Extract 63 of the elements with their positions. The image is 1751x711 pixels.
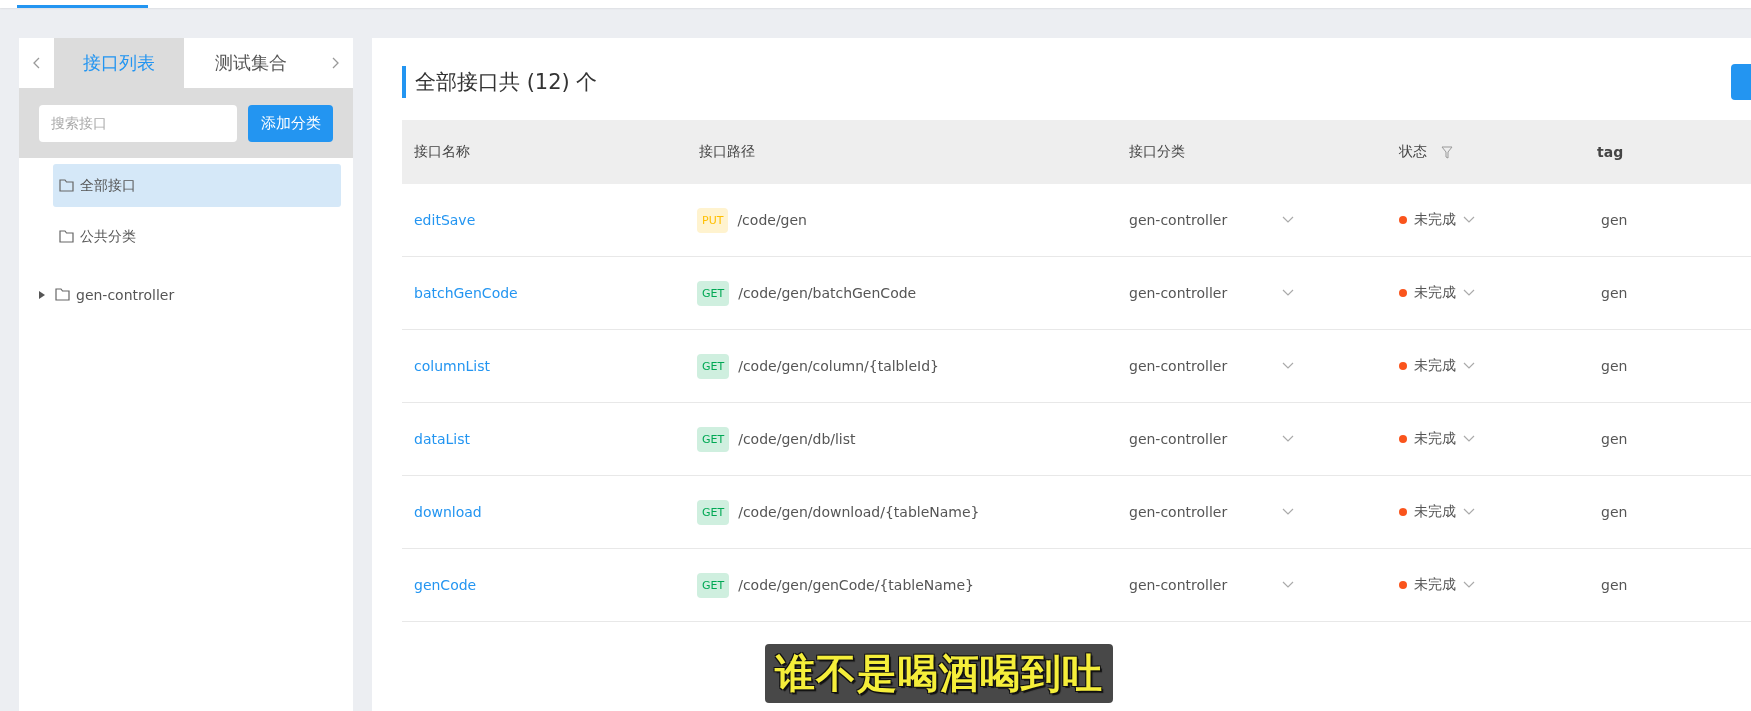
tag-text: gen — [1600, 358, 1629, 374]
filter-icon[interactable] — [1441, 145, 1453, 159]
page-title: 全部接口共 (12) 个 — [402, 66, 598, 98]
status-select[interactable]: 未完成 — [1399, 211, 1475, 229]
api-path: /code/gen/column/{talbleId} — [738, 358, 939, 374]
tree-item[interactable]: 全部接口 — [53, 164, 341, 207]
api-path: /code/gen/genCode/{tableName} — [738, 577, 974, 593]
method-tag: GET — [697, 499, 730, 525]
category-select[interactable]: gen-controller — [1129, 431, 1294, 447]
tree-item-label: gen-controller — [76, 286, 175, 303]
api-path: /code/gen — [737, 212, 807, 228]
api-path: /code/gen/download/{tableName} — [738, 504, 980, 520]
method-tag: GET — [697, 353, 730, 379]
tree-item[interactable]: gen-controller — [29, 273, 341, 316]
status-select[interactable]: 未完成 — [1399, 284, 1475, 302]
column-header: tag — [1597, 144, 1624, 160]
column-header: 接口分类 — [1129, 143, 1185, 161]
folder-icon — [59, 179, 74, 192]
search-field[interactable]: 搜索接口 — [39, 104, 237, 142]
column-header: 状态 — [1399, 143, 1427, 161]
tag-text: gen — [1600, 504, 1629, 520]
chevron-down-icon — [1282, 581, 1294, 589]
chevron-down-icon — [1463, 216, 1475, 224]
chevron-right-icon — [331, 57, 339, 69]
tree-item-label: 公共分类 — [80, 227, 136, 246]
chevron-down-icon — [1463, 508, 1475, 516]
category-select[interactable]: gen-controller — [1129, 212, 1294, 228]
method-tag: GET — [697, 572, 730, 598]
api-path: /code/gen/batchGenCode — [738, 285, 917, 301]
chevron-left-icon — [33, 57, 41, 69]
chevron-down-icon — [1282, 508, 1294, 516]
tree-item-label: 全部接口 — [80, 176, 136, 195]
tree-item[interactable]: 公共分类 — [53, 215, 341, 258]
category-select[interactable]: gen-controller — [1129, 358, 1294, 374]
tag-text: gen — [1600, 212, 1629, 228]
category-select[interactable]: gen-controller — [1129, 285, 1294, 301]
tag-text: gen — [1600, 285, 1629, 301]
chevron-down-icon — [1282, 216, 1294, 224]
status-select[interactable]: 未完成 — [1399, 503, 1475, 521]
status-select[interactable]: 未完成 — [1399, 576, 1475, 594]
chevron-down-icon — [1463, 362, 1475, 370]
tag-text: gen — [1600, 577, 1629, 593]
tag-text: gen — [1600, 431, 1629, 447]
chevron-down-icon — [1463, 289, 1475, 297]
subtitle-caption: 谁不是喝酒喝到吐 — [765, 644, 1113, 703]
folder-icon — [55, 288, 70, 301]
chevron-down-icon — [1282, 362, 1294, 370]
method-tag: GET — [697, 280, 730, 306]
folder-icon — [59, 230, 74, 243]
chevron-down-icon — [1463, 581, 1475, 589]
chevron-down-icon — [1463, 435, 1475, 443]
method-tag: GET — [697, 426, 730, 452]
category-select[interactable]: gen-controller — [1129, 504, 1294, 520]
status-select[interactable]: 未完成 — [1399, 430, 1475, 448]
category-select[interactable]: gen-controller — [1129, 577, 1294, 593]
api-path: /code/gen/db/list — [738, 431, 856, 447]
column-header: 接口路径 — [699, 143, 755, 161]
column-header: 接口名称 — [414, 143, 470, 161]
chevron-down-icon — [1282, 289, 1294, 297]
action-button[interactable] — [1731, 64, 1751, 100]
method-tag: PUT — [697, 207, 729, 233]
status-select[interactable]: 未完成 — [1399, 357, 1475, 375]
chevron-down-icon — [1282, 435, 1294, 443]
